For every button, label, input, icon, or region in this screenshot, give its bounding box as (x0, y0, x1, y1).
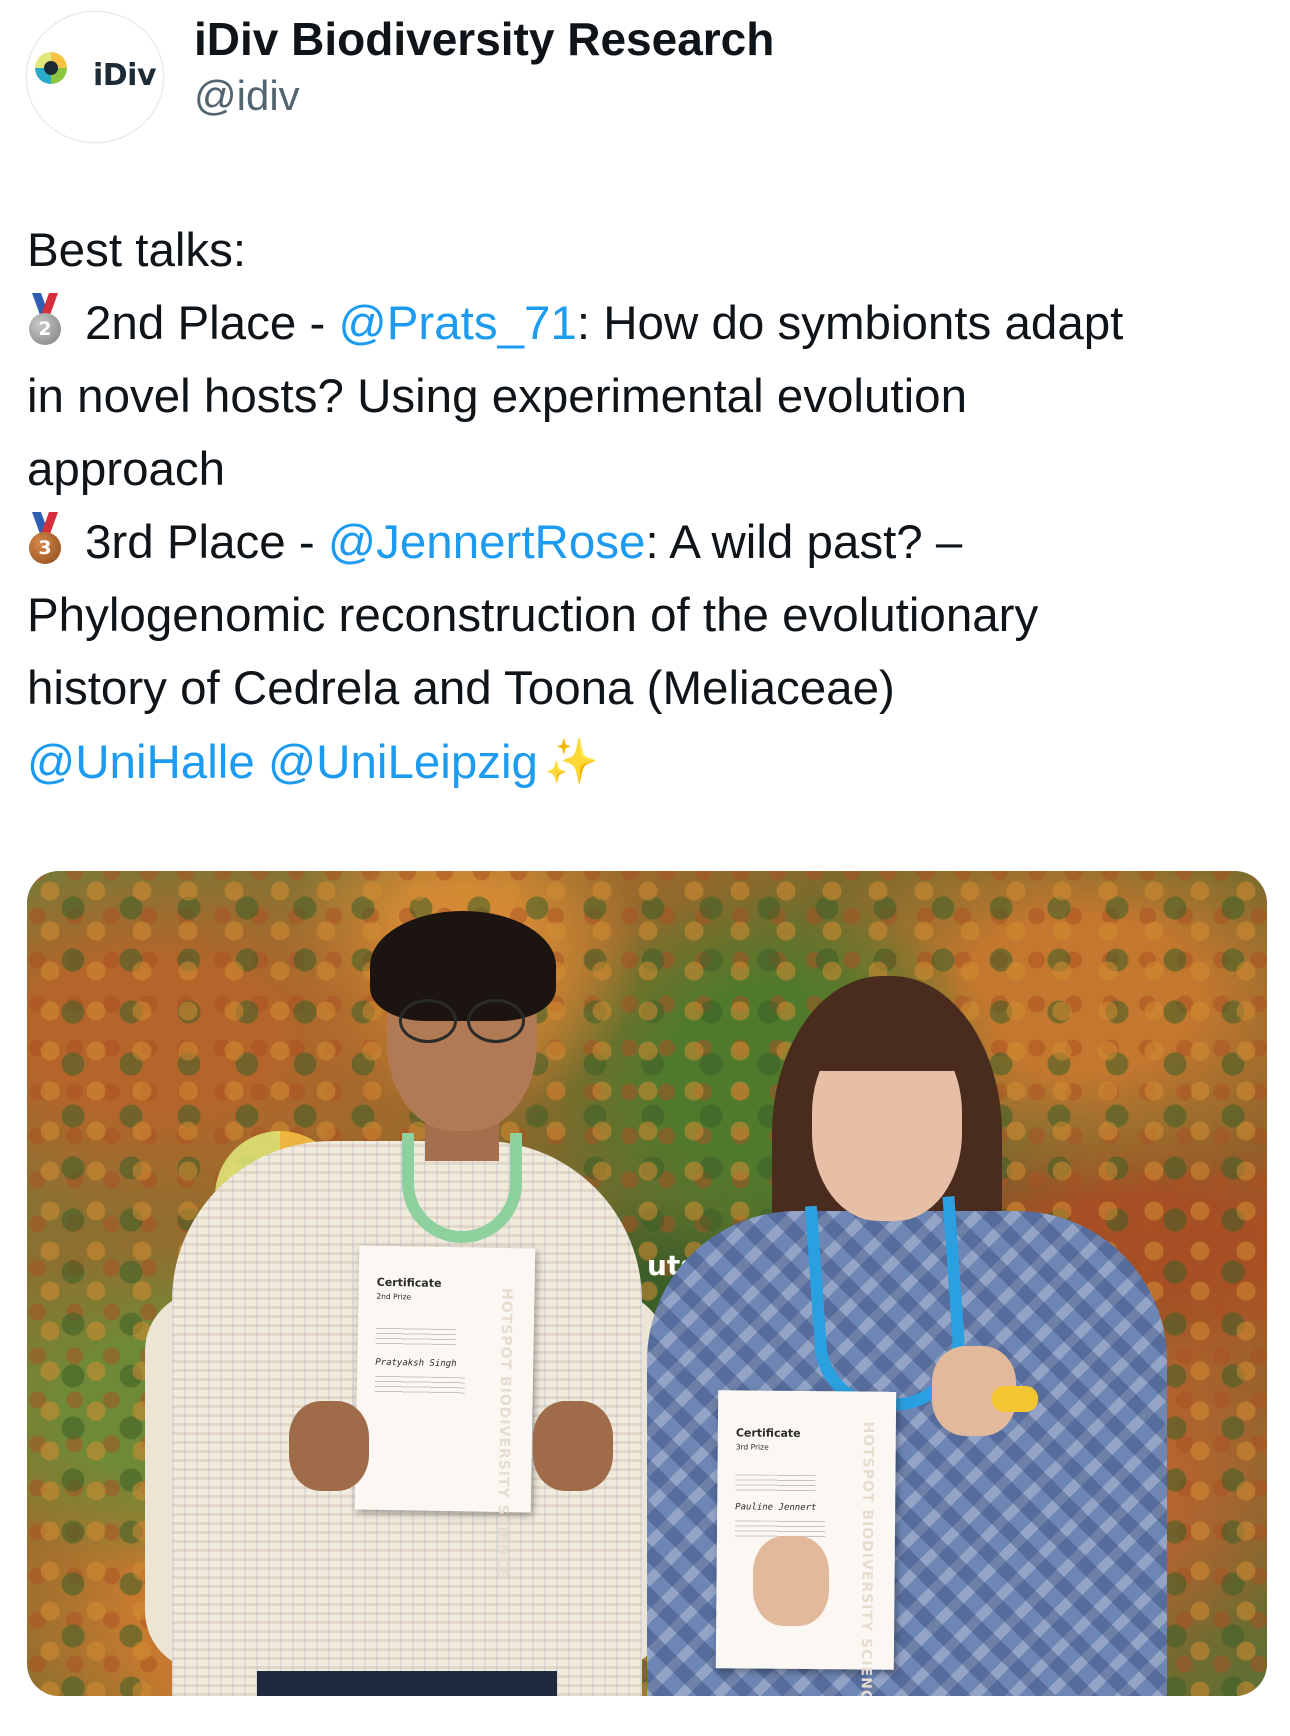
certificate-third-prize: Certificate 3rd Prize Pauline Jennert HO… (715, 1390, 897, 1696)
place-label: 2nd Place - (85, 297, 339, 350)
certificate-side-text: HOTSPOT BIODIVERSITY SCIENCE (857, 1421, 876, 1696)
talk-title: : A wild past? – (645, 516, 963, 569)
certificate-small-print (735, 1474, 816, 1494)
certificate-prize: 2nd Prize (376, 1291, 412, 1302)
talk-title-continued: approach (27, 443, 226, 496)
mention-unileipzig[interactable]: @UniLeipzig (268, 736, 538, 789)
certificate-title: Certificate (376, 1275, 442, 1290)
certificate-small-print (374, 1375, 466, 1396)
certificate-title: Certificate (735, 1426, 801, 1440)
mention-unihalle[interactable]: @UniHalle (27, 736, 255, 789)
third-place-medal-icon: 3 (27, 512, 63, 568)
medal-number: 2 (29, 313, 61, 345)
idiv-logo-icon (35, 52, 67, 84)
author-avatar[interactable]: iDiv (27, 12, 163, 142)
tweet-header: iDiv iDiv Biodiversity Research @idiv (27, 10, 1267, 142)
mention-link[interactable]: @JennertRose (328, 516, 646, 569)
talk-title-continued: in novel hosts? Using experimental evolu… (27, 370, 967, 423)
author-display-name[interactable]: iDiv Biodiversity Research (194, 12, 774, 66)
entry-third-place-line1: 3 3rd Place - @JennertRose: A wild past?… (27, 506, 1277, 579)
person-pants (257, 1671, 557, 1696)
avatar-logo-text: iDiv (93, 58, 157, 93)
sparkles-icon: ✨ (543, 736, 599, 787)
tweet-intro: Best talks: (27, 224, 247, 277)
person-hand (533, 1401, 613, 1491)
entry-second-place-line1: 2 2nd Place - @Prats_71: How do symbiont… (27, 287, 1277, 360)
person-hand (289, 1401, 369, 1491)
talk-title: : How do symbionts adapt (576, 297, 1124, 350)
mention-link[interactable]: @Prats_71 (338, 297, 576, 350)
person-hand (753, 1536, 829, 1626)
certificate-recipient: Pauline Jennert (735, 1502, 817, 1514)
talk-title-continued: history of Cedrela and Toona (Meliaceae) (27, 662, 895, 715)
certificate-small-print (375, 1327, 456, 1348)
bracelet-graphic (992, 1386, 1038, 1412)
tag-line: @UniHalle @UniLeipzig ✨ (27, 725, 1277, 799)
tweet-text: Best talks: 2 2nd Place - @Prats_71: How… (27, 214, 1277, 799)
second-place-medal-icon: 2 (27, 293, 63, 349)
certificate-second-prize: Certificate 2nd Prize Pratyaksh Singh HO… (354, 1245, 536, 1578)
person-hair (807, 991, 967, 1071)
place-label: 3rd Place - (85, 516, 328, 569)
tweet-photo[interactable]: uts ive Certificate 2nd Prize Pratyaksh … (27, 871, 1267, 1696)
medal-number: 3 (29, 532, 61, 564)
author-handle[interactable]: @idiv (194, 72, 300, 120)
certificate-prize: 3rd Prize (735, 1442, 769, 1452)
certificate-recipient: Pratyaksh Singh (375, 1357, 457, 1370)
talk-title-continued: Phylogenomic reconstruction of the evolu… (27, 589, 1039, 642)
glasses-graphic (399, 999, 525, 1043)
